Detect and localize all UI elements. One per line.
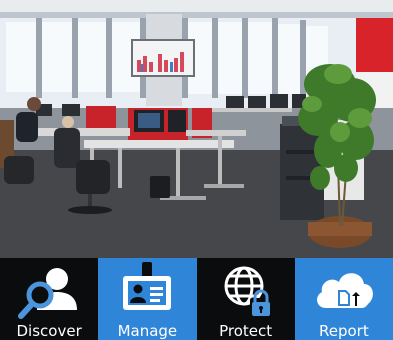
tile-discover[interactable]: Discover (0, 258, 99, 340)
tile-report[interactable]: Report (294, 258, 393, 340)
office-scene-illustration (0, 0, 393, 258)
feature-tiles: Discover Manage Protect Report (0, 258, 393, 340)
magnifier-person-icon (18, 268, 78, 319)
tile-discover-label: Discover (16, 322, 82, 340)
cloud-document-upload-icon (316, 273, 373, 308)
id-badge-icon (123, 262, 172, 310)
tile-manage[interactable]: Manage (98, 258, 197, 340)
globe-lock-icon (224, 266, 272, 316)
tile-protect-label: Protect (219, 322, 273, 340)
tile-protect[interactable]: Protect (196, 258, 295, 340)
tile-manage-label: Manage (117, 322, 178, 340)
office-photo (0, 0, 393, 258)
tile-report-label: Report (319, 322, 369, 340)
